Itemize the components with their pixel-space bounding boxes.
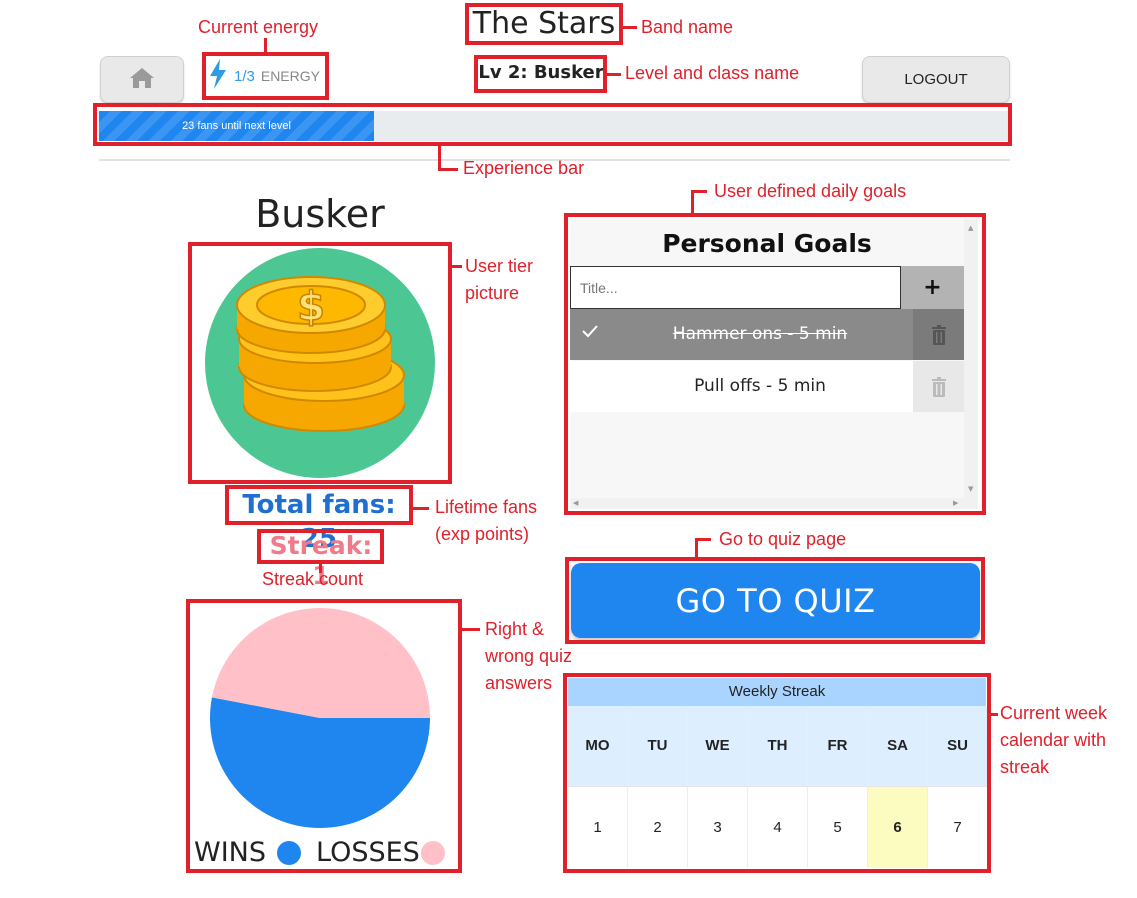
connector-line	[695, 538, 698, 559]
connector-line	[452, 265, 462, 268]
annotation-quiz-answers: Right & wrong quiz answers	[485, 619, 573, 693]
band-name-highlight-box	[465, 3, 623, 45]
annotation-experience-bar: Experience bar	[463, 158, 585, 178]
connector-line	[607, 73, 621, 76]
level-highlight-box	[474, 55, 607, 93]
annotation-week-calendar: Current week calendar with streak	[1000, 703, 1108, 777]
chart-highlight-box	[186, 599, 462, 873]
annotation-current-energy: Current energy	[198, 17, 319, 37]
streak-highlight-box	[257, 529, 384, 564]
connector-line	[691, 190, 707, 193]
annotation-lifetime-fans: Lifetime fans (exp points)	[435, 497, 538, 544]
energy-highlight-box	[202, 52, 329, 100]
connector-line	[691, 190, 694, 215]
goals-highlight-box	[564, 213, 986, 515]
connector-line	[438, 146, 441, 170]
tier-picture-highlight-box	[188, 242, 452, 484]
annotation-quiz-page: Go to quiz page	[719, 529, 847, 549]
connector-line	[695, 538, 711, 541]
calendar-highlight-box	[563, 673, 991, 873]
connector-line	[462, 628, 480, 631]
connector-line	[438, 168, 458, 171]
annotation-tier-picture: User tier picture	[465, 256, 534, 303]
experience-highlight-box	[93, 103, 1012, 146]
connector-line	[413, 507, 429, 510]
connector-line	[990, 713, 998, 716]
annotation-band-name: Band name	[641, 17, 734, 37]
annotation-level-class: Level and class name	[625, 63, 800, 83]
annotation-daily-goals: User defined daily goals	[714, 181, 907, 201]
total-fans-highlight-box	[225, 485, 413, 525]
home-button[interactable]	[100, 56, 184, 103]
annotation-streak-count: Streak count	[262, 569, 364, 589]
tier-name: Busker	[255, 192, 385, 236]
home-icon	[129, 67, 155, 93]
logout-button[interactable]: LOGOUT	[862, 56, 1010, 103]
connector-line	[623, 26, 637, 29]
quiz-highlight-box	[565, 557, 985, 644]
logout-label: LOGOUT	[904, 71, 968, 88]
